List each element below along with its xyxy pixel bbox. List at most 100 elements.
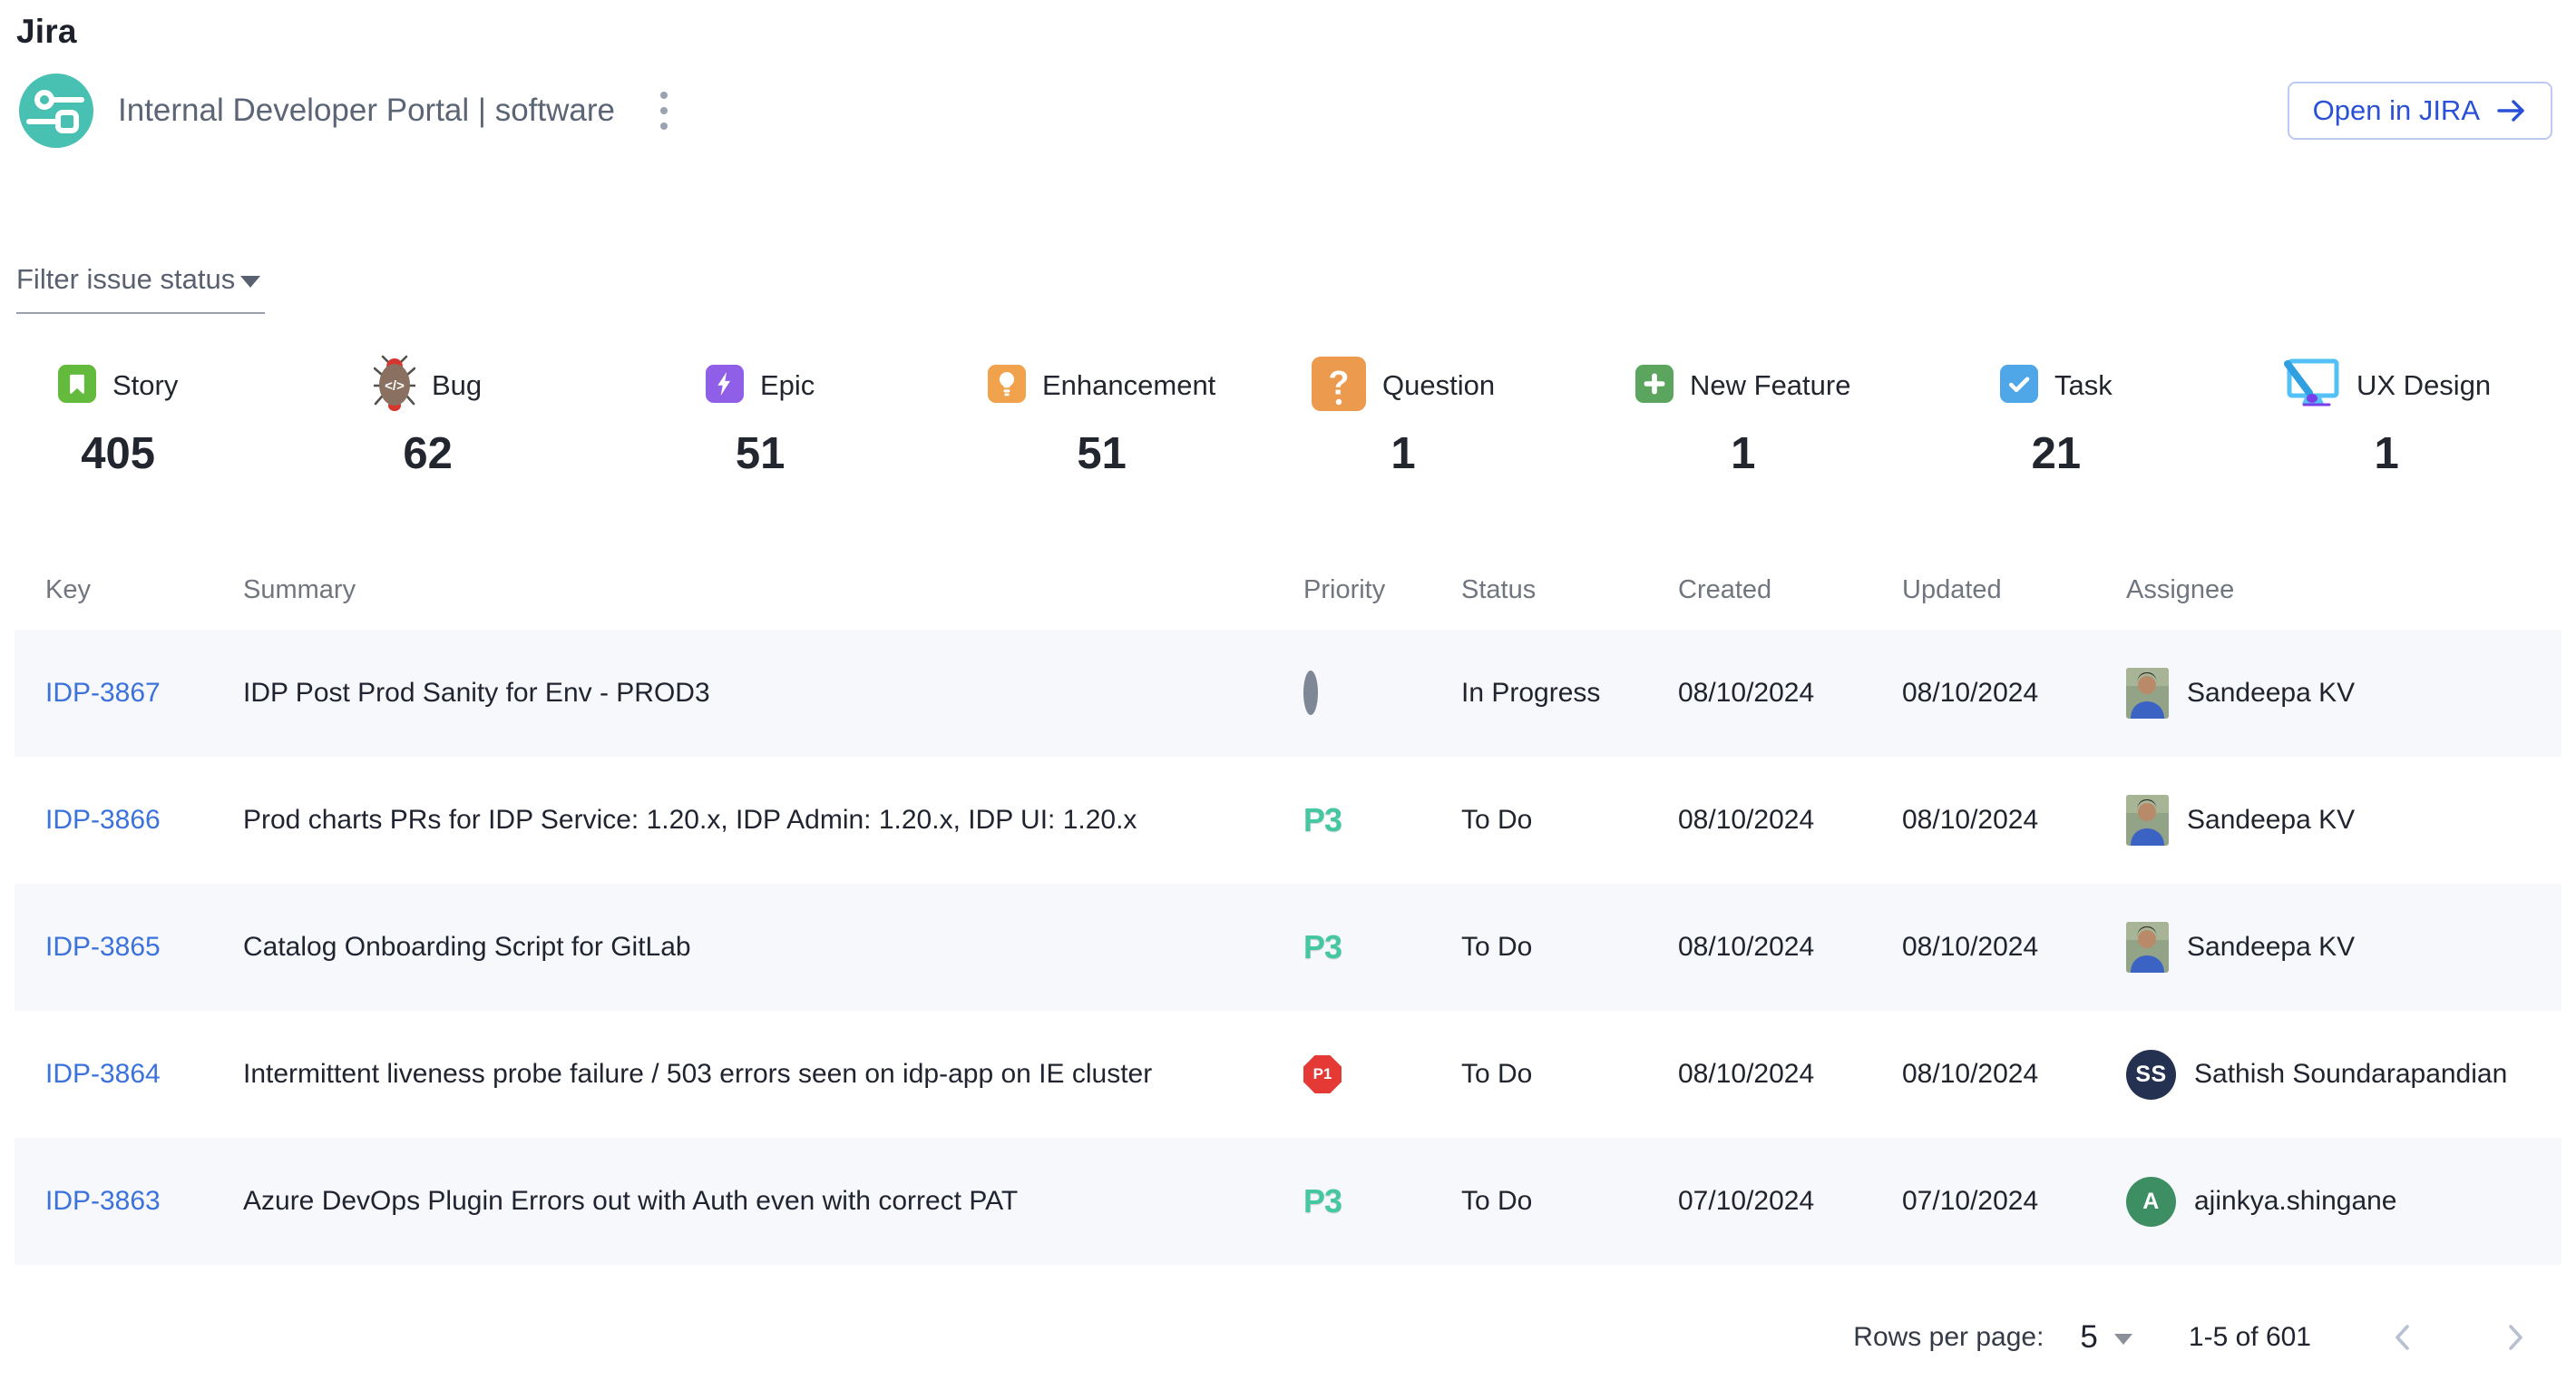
column-header-key: Key bbox=[45, 575, 243, 605]
priority-p3-icon: P3 bbox=[1303, 928, 1342, 965]
avatar bbox=[2126, 795, 2169, 846]
arrow-right-icon bbox=[2496, 98, 2527, 123]
stat-label: Task bbox=[2054, 369, 2113, 402]
chevron-down-icon bbox=[240, 276, 260, 288]
table-row: IDP-3863 Azure DevOps Plugin Errors out … bbox=[15, 1138, 2561, 1265]
table-row: IDP-3864 Intermittent liveness probe fai… bbox=[15, 1011, 2561, 1138]
enhancement-icon bbox=[988, 365, 1026, 407]
column-header-created: Created bbox=[1678, 575, 1902, 605]
stat-label: New Feature bbox=[1690, 369, 1850, 402]
priority-p3-icon: P3 bbox=[1303, 1182, 1342, 1219]
avatar bbox=[2126, 922, 2169, 973]
issue-key-link[interactable]: IDP-3867 bbox=[45, 678, 161, 708]
table-body: IDP-3867 IDP Post Prod Sanity for Env - … bbox=[15, 630, 2561, 1265]
issue-status: To Do bbox=[1461, 932, 1678, 963]
issue-status: To Do bbox=[1461, 1059, 1678, 1090]
table-row: IDP-3867 IDP Post Prod Sanity for Env - … bbox=[15, 630, 2561, 757]
stat-story: Story 405 bbox=[58, 352, 178, 479]
issue-key-link[interactable]: IDP-3864 bbox=[45, 1059, 161, 1089]
issue-summary: Prod charts PRs for IDP Service: 1.20.x,… bbox=[243, 805, 1303, 836]
issue-summary: IDP Post Prod Sanity for Env - PROD3 bbox=[243, 678, 1303, 709]
issue-summary: Catalog Onboarding Script for GitLab bbox=[243, 932, 1303, 963]
stat-count: 21 bbox=[2032, 428, 2082, 479]
epic-icon bbox=[706, 365, 744, 407]
stat-new-feature: New Feature 1 bbox=[1635, 352, 1850, 479]
stat-epic: Epic 51 bbox=[706, 352, 815, 479]
next-page-button[interactable] bbox=[2494, 1317, 2536, 1358]
issue-created: 08/10/2024 bbox=[1678, 805, 1902, 836]
new-feature-icon bbox=[1635, 365, 1673, 407]
column-header-summary: Summary bbox=[243, 575, 1303, 605]
pagination-range: 1-5 of 601 bbox=[2189, 1322, 2311, 1353]
assignee-name: Sandeepa KV bbox=[2187, 932, 2355, 963]
issue-updated: 08/10/2024 bbox=[1902, 1059, 2126, 1090]
rows-per-page-label: Rows per page: bbox=[1853, 1322, 2044, 1353]
assignee-name: Sandeepa KV bbox=[2187, 678, 2355, 709]
issue-updated: 07/10/2024 bbox=[1902, 1186, 2126, 1217]
stat-label: UX Design bbox=[2356, 369, 2491, 402]
stat-count: 51 bbox=[736, 428, 785, 479]
issue-updated: 08/10/2024 bbox=[1902, 678, 2126, 709]
rows-per-page-value: 5 bbox=[2080, 1319, 2097, 1356]
integration-logo-icon bbox=[18, 73, 94, 149]
issue-key-link[interactable]: IDP-3866 bbox=[45, 805, 161, 835]
kebab-menu-icon[interactable] bbox=[653, 84, 675, 137]
task-icon bbox=[2000, 365, 2038, 407]
table-row: IDP-3866 Prod charts PRs for IDP Service… bbox=[15, 757, 2561, 884]
issue-status: To Do bbox=[1461, 1186, 1678, 1217]
assignee-name: ajinkya.shingane bbox=[2194, 1186, 2397, 1217]
stat-count: 62 bbox=[403, 428, 453, 479]
column-header-status: Status bbox=[1461, 575, 1678, 605]
project-title: Internal Developer Portal | software bbox=[118, 93, 615, 129]
stat-label: Bug bbox=[432, 369, 482, 402]
issue-key-link[interactable]: IDP-3863 bbox=[45, 1186, 161, 1216]
open-in-jira-button[interactable]: Open in JIRA bbox=[2288, 82, 2552, 140]
column-header-updated: Updated bbox=[1902, 575, 2126, 605]
svg-text:</>: </> bbox=[385, 378, 405, 394]
priority-none-icon bbox=[1303, 671, 1318, 715]
issue-created: 08/10/2024 bbox=[1678, 932, 1902, 963]
table-header-row: Key Summary Priority Status Created Upda… bbox=[15, 550, 2561, 630]
issue-updated: 08/10/2024 bbox=[1902, 932, 2126, 963]
rows-per-page-select[interactable]: 5 bbox=[2080, 1319, 2132, 1356]
question-icon: ? bbox=[1312, 357, 1366, 416]
table-row: IDP-3865 Catalog Onboarding Script for G… bbox=[15, 884, 2561, 1011]
bug-icon: </> bbox=[374, 355, 415, 417]
previous-page-button[interactable] bbox=[2382, 1317, 2424, 1358]
chevron-down-icon bbox=[2114, 1334, 2132, 1345]
issue-summary: Azure DevOps Plugin Errors out with Auth… bbox=[243, 1186, 1303, 1217]
stat-task: Task 21 bbox=[2000, 352, 2113, 479]
pagination-bar: Rows per page: 5 1-5 of 601 bbox=[1853, 1308, 2536, 1366]
issues-table: Key Summary Priority Status Created Upda… bbox=[15, 550, 2561, 1265]
assignee-name: Sandeepa KV bbox=[2187, 805, 2355, 836]
issue-summary: Intermittent liveness probe failure / 50… bbox=[243, 1059, 1303, 1090]
jira-widget-page: { "header": { "widget_title": "Jira", "p… bbox=[0, 0, 2576, 1381]
stat-label: Story bbox=[112, 369, 178, 402]
stat-ux-design: UX Design 1 bbox=[2282, 352, 2491, 479]
priority-p1-icon: P1 bbox=[1303, 1055, 1342, 1093]
issue-key-link[interactable]: IDP-3865 bbox=[45, 932, 161, 962]
issue-created: 08/10/2024 bbox=[1678, 1059, 1902, 1090]
issue-updated: 08/10/2024 bbox=[1902, 805, 2126, 836]
stat-label: Epic bbox=[760, 369, 815, 402]
stat-count: 405 bbox=[81, 428, 155, 479]
issue-status: To Do bbox=[1461, 805, 1678, 836]
page-title: Jira bbox=[0, 0, 2576, 51]
assignee-name: Sathish Soundarapandian bbox=[2194, 1059, 2507, 1090]
issue-created: 07/10/2024 bbox=[1678, 1186, 1902, 1217]
ux-design-icon bbox=[2282, 357, 2340, 416]
stat-count: 1 bbox=[2374, 428, 2398, 479]
story-icon bbox=[58, 365, 96, 407]
issue-type-stats: Story 405 </> bbox=[0, 352, 2576, 479]
stat-count: 1 bbox=[1390, 428, 1415, 479]
column-header-assignee: Assignee bbox=[2126, 575, 2561, 605]
stat-label: Enhancement bbox=[1042, 369, 1215, 402]
app-header: Internal Developer Portal | software Ope… bbox=[18, 69, 2552, 152]
filter-issue-status-select[interactable]: Filter issue status bbox=[16, 263, 265, 314]
stat-question: ? Question 1 bbox=[1312, 352, 1495, 479]
stat-count: 1 bbox=[1731, 428, 1755, 479]
stat-label: Question bbox=[1382, 369, 1495, 402]
avatar-initials: SS bbox=[2126, 1050, 2176, 1100]
priority-p3-icon: P3 bbox=[1303, 801, 1342, 838]
filter-label: Filter issue status bbox=[16, 263, 235, 296]
